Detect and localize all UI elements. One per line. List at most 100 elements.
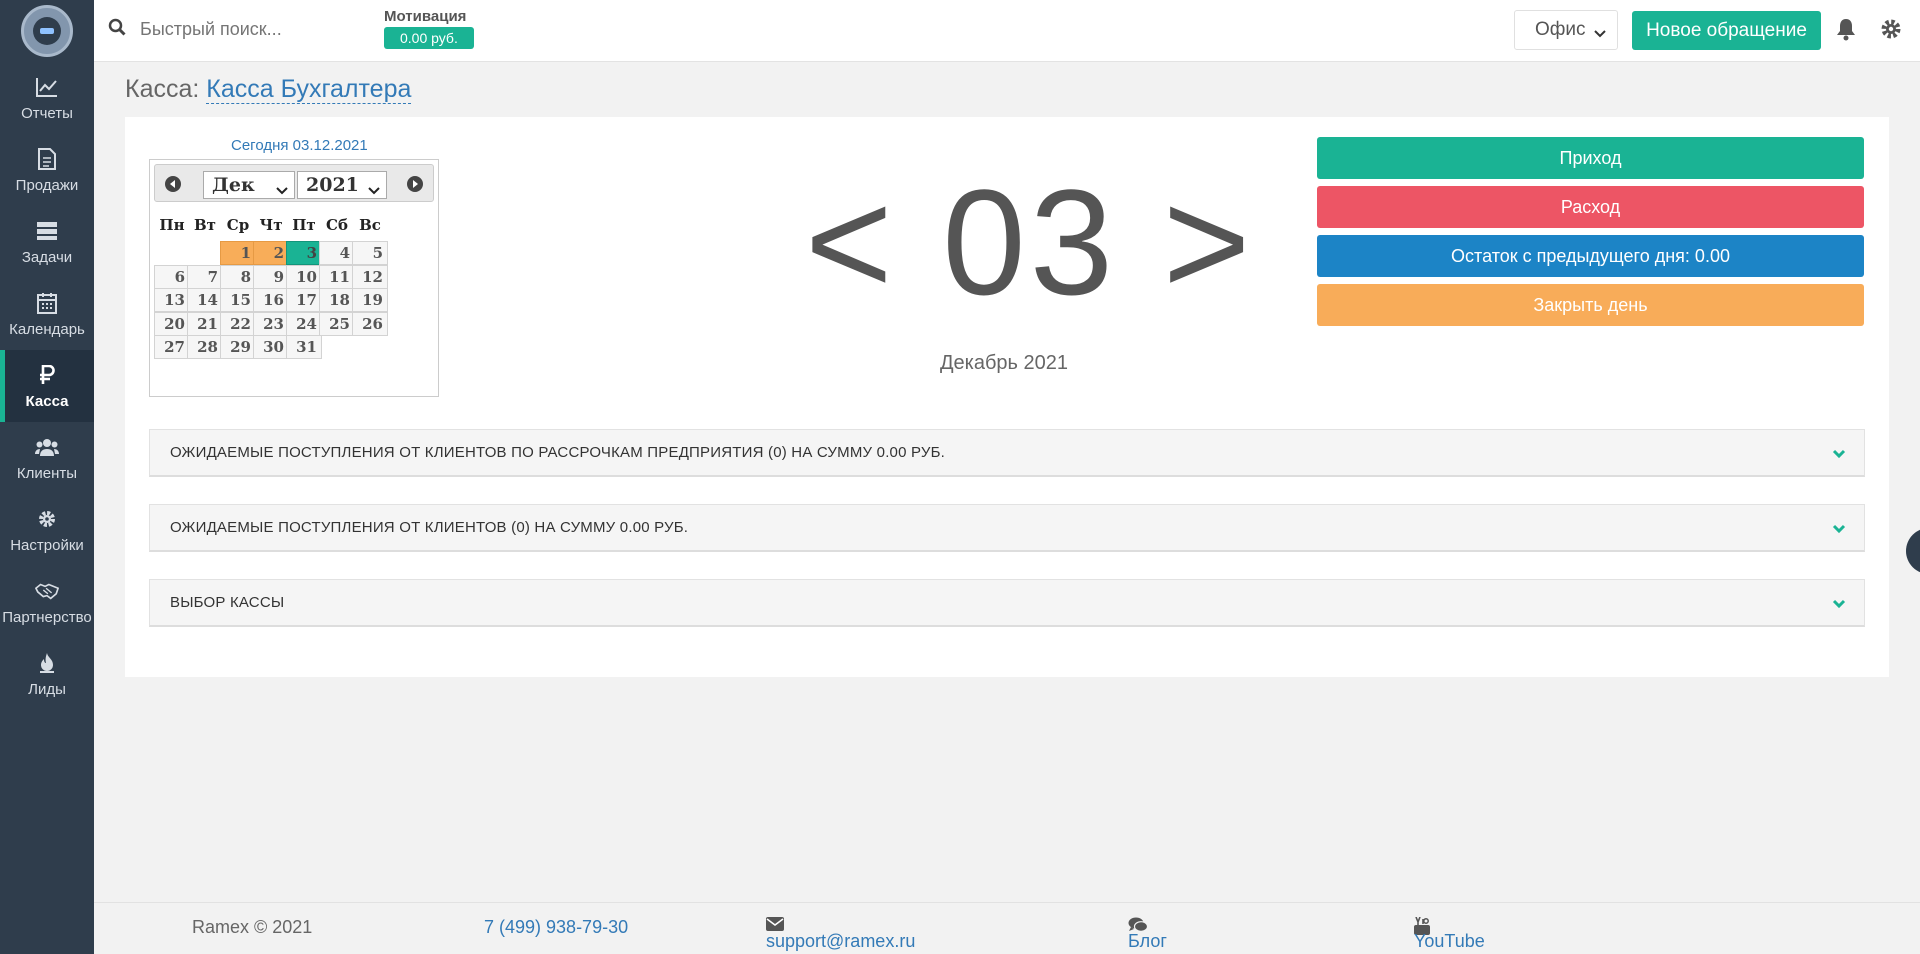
footer-phone-link[interactable]: 7 (499) 938-79-30 <box>484 917 628 938</box>
footer-blog-text: Блог <box>1128 931 1167 951</box>
motivation-label: Мотивация <box>384 8 467 25</box>
accordion-cashbox-select[interactable]: ВЫБОР КАССЫ <box>149 579 1865 627</box>
sidebar-item-label: Партнерство <box>2 608 92 626</box>
calendar-day[interactable]: 19 <box>352 288 388 313</box>
calendar-day[interactable]: 24 <box>286 311 322 336</box>
calendar-day[interactable]: 4 <box>319 241 355 265</box>
handshake-icon <box>35 579 59 603</box>
income-button[interactable]: Приход <box>1317 137 1864 179</box>
sidebar-item-sales[interactable]: Продажи <box>0 134 94 206</box>
fire-icon <box>35 651 59 675</box>
bell-icon[interactable] <box>1834 17 1858 46</box>
sidebar-item-label: Задачи <box>21 248 73 266</box>
office-select[interactable]: Офис <box>1514 10 1618 50</box>
weekday-label: Пт <box>292 216 316 234</box>
datepicker-header: Дек 2021 <box>154 164 434 202</box>
calendar-day[interactable]: 26 <box>352 311 388 336</box>
calendar-day[interactable]: 23 <box>253 311 289 336</box>
calendar-day[interactable]: 18 <box>319 288 355 313</box>
new-request-button[interactable]: Новое обращение <box>1632 11 1821 50</box>
sidebar-item-leads[interactable]: Лиды <box>0 638 94 710</box>
sidebar-item-label: Продажи <box>15 176 79 194</box>
calendar-day[interactable]: 1 <box>220 241 256 265</box>
accordion-title: ВЫБОР КАССЫ <box>170 594 285 611</box>
calendar-day[interactable]: 27 <box>154 335 190 360</box>
accordion-title: ОЖИДАЕМЫЕ ПОСТУПЛЕНИЯ ОТ КЛИЕНТОВ ПО РАС… <box>170 444 946 461</box>
motivation-widget: Мотивация 0.00 руб. <box>384 8 474 49</box>
calendar-day[interactable]: 10 <box>286 264 322 289</box>
calendar-day[interactable]: 21 <box>187 311 223 336</box>
calendar-day[interactable]: 9 <box>253 264 289 289</box>
calendar-day[interactable]: 25 <box>319 311 355 336</box>
close-day-button[interactable]: Закрыть день <box>1317 284 1864 326</box>
tasks-icon <box>35 219 59 243</box>
footer-email-text: support@ramex.ru <box>766 931 916 951</box>
chevron-down-icon <box>1832 597 1846 614</box>
search-icon <box>108 18 126 41</box>
calendar-day[interactable]: 12 <box>352 264 388 289</box>
calendar-day[interactable]: 22 <box>220 311 256 336</box>
calendar-day[interactable]: 31 <box>286 335 322 360</box>
weekday-label: Вс <box>359 216 381 234</box>
calendar-day[interactable]: 11 <box>319 264 355 289</box>
app-logo[interactable] <box>0 0 94 62</box>
year-select[interactable]: 2021 <box>297 171 387 199</box>
sidebar-item-tasks[interactable]: Задачи <box>0 206 94 278</box>
footer-youtube-link[interactable]: YouTube <box>1414 917 1485 951</box>
ruble-icon <box>35 363 59 387</box>
previous-balance-button[interactable]: Остаток с предыдущего дня: 0.00 <box>1317 235 1864 277</box>
expense-button[interactable]: Расход <box>1317 186 1864 228</box>
weekday-label: Сб <box>326 216 348 234</box>
footer-email-link[interactable]: support@ramex.ru <box>766 917 915 951</box>
calendar-day[interactable]: 3 <box>286 241 322 265</box>
calendar-day[interactable]: 15 <box>220 288 256 313</box>
month-select[interactable]: Дек <box>203 171 295 199</box>
footer: Ramex © 2021 7 (499) 938-79-30 support@r… <box>94 902 1920 954</box>
today-link[interactable]: Сегодня 03.12.2021 <box>231 137 368 154</box>
calendar-day[interactable]: 8 <box>220 264 256 289</box>
sidebar-item-label: Настройки <box>10 536 84 554</box>
sidebar-item-clients[interactable]: Клиенты <box>0 422 94 494</box>
datepicker: Дек 2021 Пн Вт Ср Чт Пт Сб Вс 1 2 3 4 5 6 7 8 9 10 11 12 13… <box>149 159 439 397</box>
cashbox-panel: Сегодня 03.12.2021 Дек 2021 Пн Вт Ср Чт Пт Сб… <box>125 117 1889 677</box>
gear-icon[interactable] <box>1880 18 1902 45</box>
calendar-day[interactable]: 16 <box>253 288 289 313</box>
calendar-day[interactable]: 14 <box>187 288 223 313</box>
sidebar-item-label: Касса <box>25 392 69 410</box>
envelope-icon <box>766 917 784 931</box>
topbar: Мотивация 0.00 руб. Офис Новое обращение <box>94 0 1920 62</box>
day-navigator[interactable]: < 03 > <box>805 167 1254 317</box>
sidebar-item-cashbox[interactable]: Касса <box>0 350 94 422</box>
calendar-day[interactable]: 29 <box>220 335 256 360</box>
footer-blog-link[interactable]: Блог <box>1128 917 1167 951</box>
prev-month-icon[interactable] <box>165 176 181 192</box>
sidebar-item-partnership[interactable]: Партнерство <box>0 566 94 638</box>
chevron-down-icon <box>276 179 288 201</box>
quick-search <box>108 18 370 41</box>
calendar-day[interactable]: 5 <box>352 241 388 265</box>
sidebar-item-label: Календарь <box>9 320 85 338</box>
year-select-value: 2021 <box>306 174 359 196</box>
calendar-day[interactable]: 6 <box>154 264 190 289</box>
calendar-day[interactable]: 28 <box>187 335 223 360</box>
cashbox-name-link[interactable]: Касса Бухгалтера <box>206 75 412 104</box>
accordion-expected-payments[interactable]: ОЖИДАЕМЫЕ ПОСТУПЛЕНИЯ ОТ КЛИЕНТОВ (0) НА… <box>149 504 1865 552</box>
chevron-down-icon <box>1593 24 1607 46</box>
next-month-icon[interactable] <box>407 176 423 192</box>
sidebar-item-settings[interactable]: Настройки <box>0 494 94 566</box>
calendar-day[interactable]: 30 <box>253 335 289 360</box>
calendar-day[interactable]: 17 <box>286 288 322 313</box>
calendar-day[interactable]: 7 <box>187 264 223 289</box>
footer-youtube-text: YouTube <box>1414 931 1485 951</box>
search-input[interactable] <box>140 19 370 40</box>
chevron-down-icon <box>368 179 380 201</box>
sidebar-item-calendar[interactable]: Календарь <box>0 278 94 350</box>
calendar-day[interactable]: 13 <box>154 288 190 313</box>
calendar-day[interactable]: 2 <box>253 241 289 265</box>
help-button[interactable]: ? <box>1906 528 1920 574</box>
weekday-label: Чт <box>259 216 283 234</box>
office-select-value: Офис <box>1535 19 1586 40</box>
sidebar-item-reports[interactable]: Отчеты <box>0 62 94 134</box>
accordion-installments[interactable]: ОЖИДАЕМЫЕ ПОСТУПЛЕНИЯ ОТ КЛИЕНТОВ ПО РАС… <box>149 429 1865 477</box>
calendar-day[interactable]: 20 <box>154 311 190 336</box>
